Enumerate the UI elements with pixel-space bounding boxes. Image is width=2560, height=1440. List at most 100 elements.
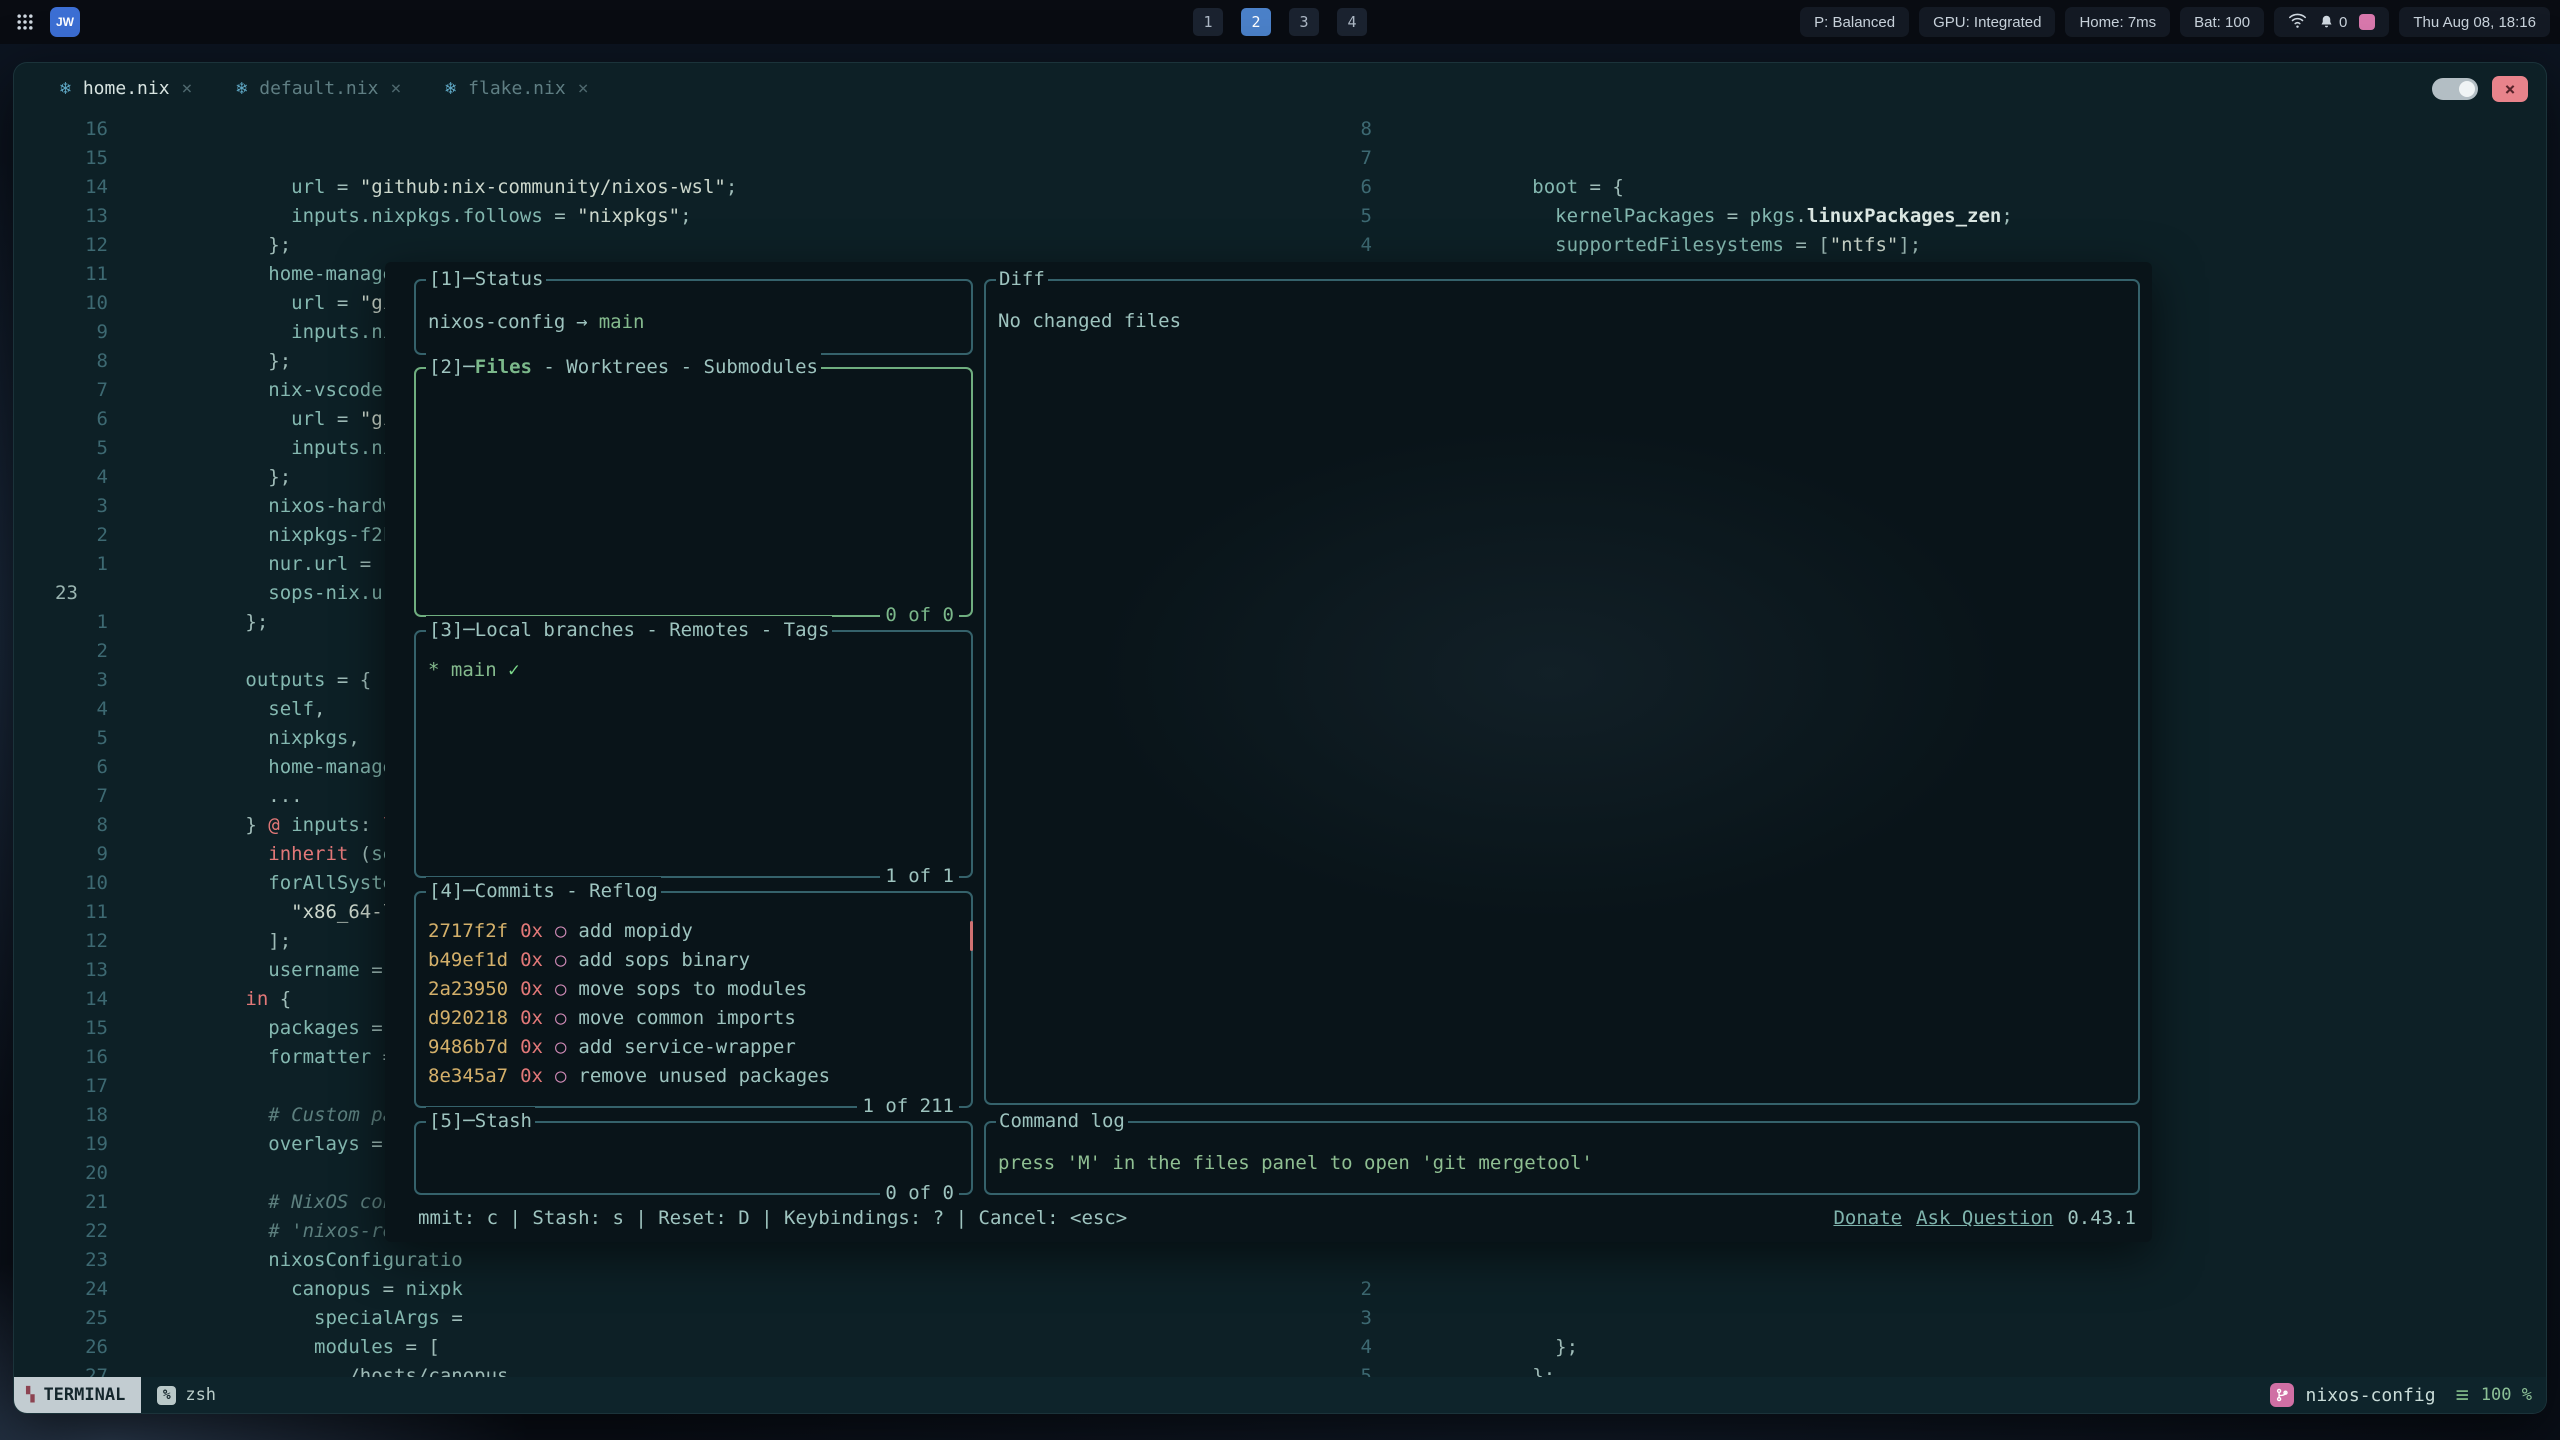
lazygit-files-panel[interactable]: [2]─Files - Worktrees - Submodules 0 of … — [414, 367, 973, 617]
line-number: 5 — [14, 434, 108, 463]
lazygit-status-panel[interactable]: [1]─Status nixos-config→main — [414, 279, 973, 355]
code-line: 15 inputs.nixpkgs.follows = "nixpkgs"; — [14, 144, 1307, 173]
code-text: home.packages = with pkgs; [ — [1395, 1362, 1853, 1377]
code-line: 6 supportedFilesystems = ["ntfs"]; — [1327, 173, 2546, 202]
system-top-bar: JW 1234 P: BalancedGPU: IntegratedHome: … — [0, 0, 2560, 44]
commit-message: move sops to modules — [578, 978, 807, 1000]
line-number: 8 — [1327, 115, 1372, 144]
code-text: outputs = { — [131, 608, 371, 637]
commit-sha: 2717f2f — [428, 920, 508, 942]
line-number: 5 — [1327, 1362, 1372, 1377]
window-toggle-switch[interactable] — [2432, 78, 2478, 100]
commit-graph-icon: ○ — [555, 1036, 566, 1058]
line-number: 12 — [14, 231, 108, 260]
lazygit-stash-panel[interactable]: [5]─Stash 0 of 0 — [414, 1121, 973, 1195]
code-segment: "ntfs" — [1830, 234, 1899, 256]
line-number: 6 — [1327, 173, 1372, 202]
tab-label: home.nix — [83, 78, 170, 99]
ask-question-link[interactable]: Ask Question — [1916, 1204, 2053, 1233]
commit-message: move common imports — [578, 1007, 795, 1029]
status-pill: Home: 7ms — [2065, 7, 2170, 37]
lazygit-commits-panel[interactable]: [4]─Commits - Reflog 2717f2f0x○add mopid… — [414, 891, 973, 1108]
clock-pill[interactable]: Thu Aug 08, 18:16 — [2399, 7, 2550, 37]
code-segment: = — [348, 553, 382, 575]
line-number: 5 — [14, 724, 108, 753]
panel-title-rest: - Reflog — [555, 877, 658, 906]
code-segment: url — [291, 292, 325, 314]
code-text: home-manager, — [131, 695, 417, 724]
code-text: }; — [1395, 1304, 1555, 1333]
code-text: home-manager = { — [131, 202, 451, 231]
line-number: 4 — [14, 463, 108, 492]
shell-label: zsh — [185, 1385, 216, 1405]
commit-row[interactable]: d9202180x○move common imports — [428, 1004, 971, 1033]
workspace-button[interactable]: 2 — [1241, 8, 1271, 36]
code-line: 23 specialArgs = — [14, 1246, 1307, 1275]
donate-link[interactable]: Donate — [1833, 1204, 1902, 1233]
commit-row[interactable]: b49ef1d0x○add sops binary — [428, 946, 971, 975]
line-number: 25 — [14, 1304, 108, 1333]
tab-close-icon[interactable]: × — [578, 78, 589, 99]
commit-author: 0x — [520, 920, 543, 942]
color-swatch-icon[interactable] — [2359, 14, 2375, 30]
arrow-icon: → — [576, 311, 587, 333]
line-number: 3 — [1327, 1304, 1372, 1333]
line-number: 23 — [14, 1246, 108, 1275]
commit-row[interactable]: 2717f2f0x○add mopidy — [428, 917, 971, 946]
code-text: ./hosts/canopus — [131, 1304, 509, 1333]
status-pills: P: BalancedGPU: IntegratedHome: 7msBat: … — [1800, 7, 2264, 37]
check-icon: ✓ — [497, 659, 520, 681]
workspace-button[interactable]: 1 — [1193, 8, 1223, 36]
commits-scrollbar[interactable] — [970, 921, 973, 951]
mode-label: TERMINAL — [43, 1385, 125, 1405]
tab-close-icon[interactable]: × — [390, 78, 401, 99]
code-segment: nur.url — [268, 553, 348, 575]
editor-tab[interactable]: ❄ home.nix × — [60, 78, 192, 99]
workspace-button[interactable]: 4 — [1337, 8, 1367, 36]
lazygit-diff-panel[interactable]: Diff No changed files — [984, 279, 2140, 1105]
panel-count: 1 of 211 — [857, 1092, 959, 1121]
commit-row[interactable]: 9486b7d0x○add service-wrapper — [428, 1033, 971, 1062]
notifications-indicator[interactable]: 0 — [2319, 14, 2347, 31]
line-number: 6 — [14, 405, 108, 434]
line-number: 3 — [14, 666, 108, 695]
editor-tab-bar: ❄ home.nix × ❄ default.nix × ❄ flake.nix… — [14, 63, 2546, 113]
status-pill: GPU: Integrated — [1919, 7, 2055, 37]
panel-number: [1]─ — [429, 265, 475, 294]
editor-tab[interactable]: ❄ default.nix × — [236, 78, 401, 99]
wifi-icon[interactable] — [2288, 12, 2307, 33]
line-number: 13 — [14, 202, 108, 231]
code-text — [131, 1333, 268, 1362]
code-text — [1395, 231, 1555, 260]
bell-icon — [2319, 14, 2334, 30]
line-number: 26 — [14, 1333, 108, 1362]
code-line: 16 url = "github:nix-community/nixos-wsl… — [14, 115, 1307, 144]
code-text: }; — [131, 405, 291, 434]
code-segment: = — [325, 176, 359, 198]
command-log-content: press 'M' in the files panel to open 'gi… — [986, 1123, 2138, 1178]
lazygit-command-log-panel[interactable]: Command log press 'M' in the files panel… — [984, 1121, 2140, 1195]
line-number: 1 — [14, 550, 108, 579]
launcher-logo[interactable]: JW — [50, 7, 80, 37]
code-text: initrd.systemd.enable = true; — [1395, 202, 1887, 231]
topbar-right-group: P: BalancedGPU: IntegratedHome: 7msBat: … — [1800, 7, 2550, 37]
apps-grid-icon[interactable] — [10, 7, 40, 37]
tab-close-icon[interactable]: × — [182, 78, 193, 99]
window-close-button[interactable]: × — [2492, 76, 2528, 102]
line-number: 8 — [14, 347, 108, 376]
commit-row[interactable]: 8e345a70x○remove unused packages — [428, 1062, 971, 1091]
window-controls: × — [2432, 76, 2528, 102]
line-number: 13 — [14, 956, 108, 985]
code-segment: url — [291, 408, 325, 430]
code-line: 4 — [1327, 231, 2546, 260]
editor-tab[interactable]: ❄ flake.nix × — [445, 78, 588, 99]
line-number: 20 — [14, 1159, 108, 1188]
panel-title: [4]─Commits - Reflog — [426, 877, 661, 906]
diff-content: No changed files — [986, 281, 2138, 336]
code-line: 2 }; — [1327, 1275, 2546, 1304]
workspace-button[interactable]: 3 — [1289, 8, 1319, 36]
lazygit-branches-panel[interactable]: [3]─Local branches - Remotes - Tags * ma… — [414, 630, 973, 878]
commit-graph-icon: ○ — [555, 978, 566, 1000]
commit-row[interactable]: 2a239500x○move sops to modules — [428, 975, 971, 1004]
scroll-lines-icon: ≡ — [2456, 1383, 2469, 1408]
